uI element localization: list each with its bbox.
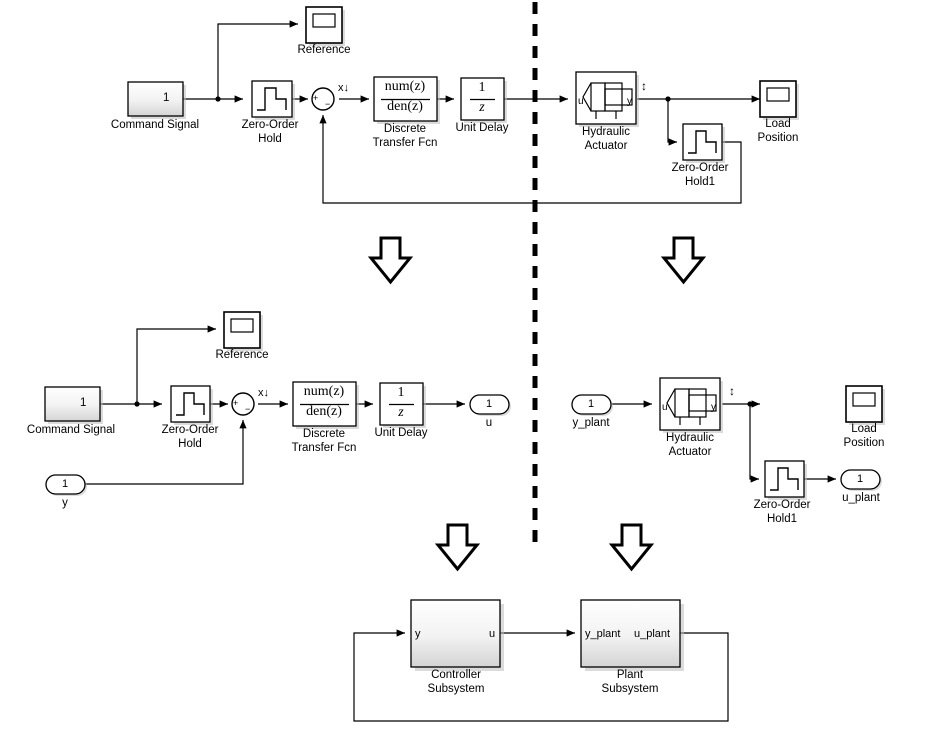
plant-subsystem-label: Plant Subsystem — [601, 669, 659, 695]
transfer-fcn-denominator-stage2: den(z) — [306, 404, 342, 419]
transfer-fcn-denominator-stage1: den(z) — [387, 99, 423, 114]
outport-u-plant-label-stage2: u_plant — [842, 492, 880, 504]
sum-minus-sign-stage2: − — [245, 404, 251, 414]
outport-u-plant-value-stage2: 1 — [857, 473, 864, 485]
block-command-signal-stage2[interactable] — [44, 386, 103, 424]
inport-y-label-stage2: y — [62, 497, 68, 509]
block-reference-scope-stage1[interactable] — [305, 6, 345, 46]
down-arrow-right-1 — [660, 236, 707, 285]
controller-subsystem-out-port-label: u — [489, 628, 496, 640]
down-arrow-left-1 — [367, 236, 414, 285]
transfer-fcn-numerator-stage1: num(z) — [384, 79, 426, 94]
block-zero-order-hold-stage2[interactable] — [170, 385, 213, 425]
reference-scope-label-stage2: Reference — [215, 349, 269, 361]
hydraulic-actuator-label-stage1: Hydraulic Actuator — [582, 126, 630, 152]
command-signal-label-stage1: Command Signal — [110, 119, 200, 131]
hydraulic-actuator-label-stage2: Hydraulic Actuator — [666, 432, 714, 458]
unit-delay-denominator-stage2: z — [398, 405, 404, 420]
transfer-fcn-numerator-stage2: num(z) — [303, 384, 345, 399]
plant-subsystem-out-port-label: u_plant — [634, 628, 671, 640]
sum-plus-sign-stage2: + — [233, 398, 239, 408]
hydraulic-actuator-out-port-label-stage1: y — [627, 96, 632, 107]
command-signal-label-stage2: Command Signal — [26, 424, 116, 436]
zero-order-hold-label-stage1: Zero-Order Hold — [241, 119, 299, 145]
command-signal-value-stage2: 1 — [80, 397, 87, 409]
unit-delay-numerator-stage1: 1 — [478, 80, 486, 95]
inport-y-plant-value-stage2: 1 — [588, 398, 595, 410]
block-zero-order-hold1-stage1[interactable] — [682, 123, 725, 163]
outport-u-value-stage2: 1 — [486, 398, 493, 410]
zero-order-hold1-label-stage1: Zero-Order Hold1 — [671, 162, 729, 188]
unit-delay-numerator-stage2: 1 — [397, 385, 405, 400]
sum-minus-sign-stage1: − — [325, 99, 331, 109]
block-zero-order-hold1-stage2[interactable] — [764, 460, 807, 500]
load-position-scope-label-stage2: Load Position — [843, 423, 885, 449]
unit-delay-denominator-stage1: z — [479, 100, 485, 115]
block-command-signal-stage1[interactable] — [127, 81, 186, 119]
controller-subsystem-in-port-label: y — [415, 628, 421, 640]
block-load-position-scope-stage2[interactable] — [845, 385, 885, 425]
down-arrow-left-2 — [434, 523, 481, 572]
simulink-diagram-canvas: 1 Command Signal Reference Zero-Order Ho… — [0, 0, 941, 755]
continuous-signal-annotation-stage1: ↕ — [641, 79, 647, 93]
plant-subsystem-in-port-label: y_plant — [585, 628, 621, 640]
zero-order-hold1-label-stage2: Zero-Order Hold1 — [753, 499, 811, 525]
hydraulic-actuator-out-port-label-stage2: y — [711, 402, 716, 413]
hydraulic-actuator-in-port-label-stage1: u — [578, 96, 584, 107]
block-zero-order-hold-stage1[interactable] — [251, 80, 295, 120]
controller-subsystem-label: Controller Subsystem — [427, 669, 485, 695]
reference-scope-label-stage1: Reference — [297, 44, 351, 56]
continuous-signal-annotation-stage2: ↕ — [729, 384, 735, 398]
sum-plus-sign-stage1: + — [313, 93, 319, 103]
zero-order-hold-label-stage2: Zero-Order Hold — [161, 424, 219, 450]
inport-y-value-stage2: 1 — [62, 478, 69, 490]
block-reference-scope-stage2[interactable] — [223, 311, 263, 351]
load-position-scope-label-stage1: Load Position — [757, 118, 799, 144]
block-load-position-scope-stage1[interactable] — [759, 80, 799, 120]
hydraulic-actuator-in-port-label-stage2: u — [662, 402, 668, 413]
unit-delay-label-stage1: Unit Delay — [455, 122, 509, 134]
down-arrow-right-2 — [608, 523, 655, 572]
unit-delay-label-stage2: Unit Delay — [374, 427, 428, 439]
command-signal-value-stage1: 1 — [163, 92, 170, 104]
inport-y-plant-label-stage2: y_plant — [572, 417, 610, 429]
rate-transition-annotation-stage2: x↓ — [258, 387, 269, 399]
rate-transition-annotation-stage1: x↓ — [338, 82, 349, 94]
outport-u-label-stage2: u — [485, 417, 493, 429]
